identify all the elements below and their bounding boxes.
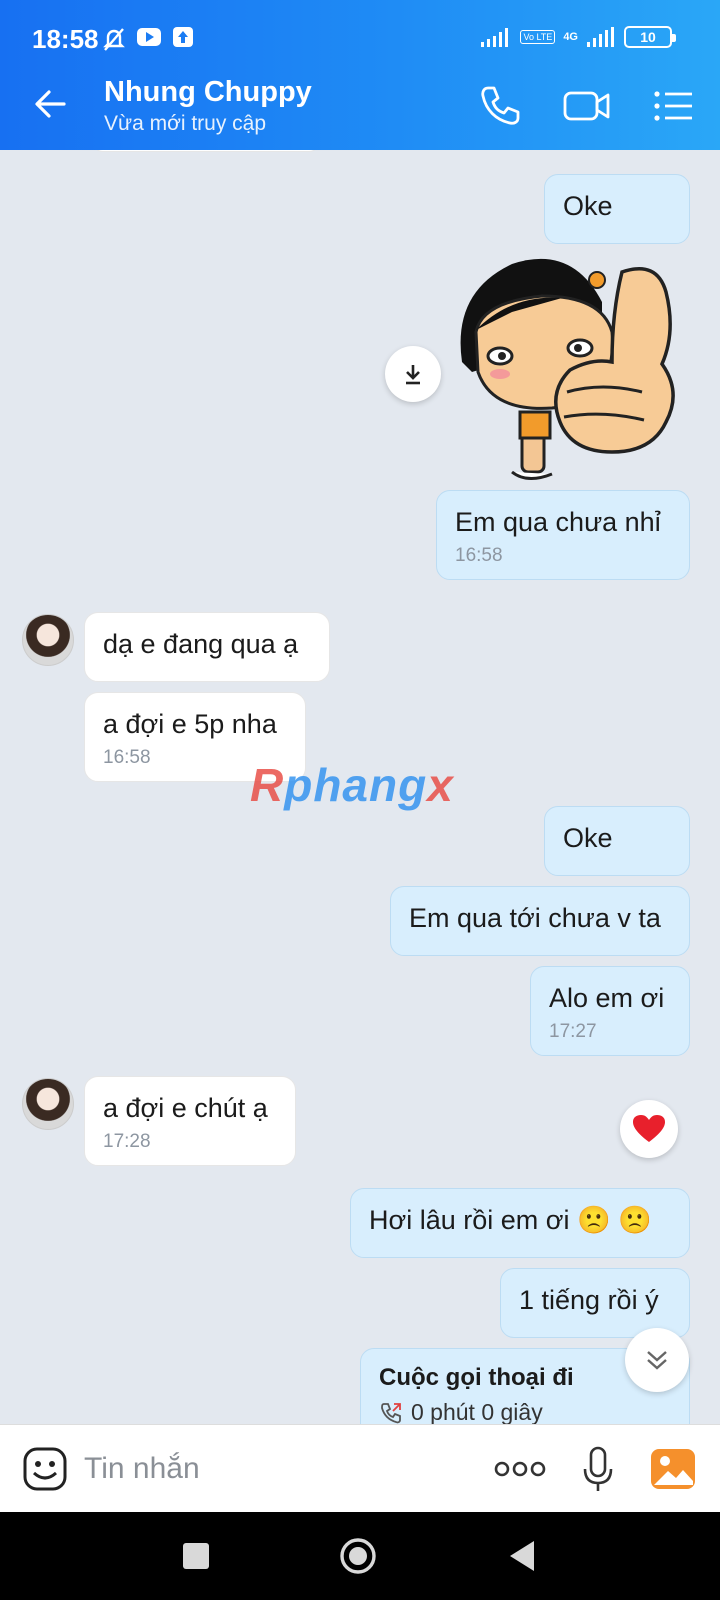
- microphone-icon[interactable]: [580, 1445, 616, 1493]
- status-time: 18:58: [32, 24, 99, 54]
- contact-avatar[interactable]: [22, 1078, 74, 1130]
- back-nav-icon[interactable]: [504, 1536, 544, 1576]
- message-bubble[interactable]: Oke: [544, 806, 690, 876]
- message-bubble[interactable]: Alo em ơi 17:27: [530, 966, 690, 1056]
- status-bar: 18:58 Vo LTE 4G 10: [0, 0, 720, 62]
- sticker-thumbs-up[interactable]: [452, 252, 692, 488]
- message-composer: [0, 1424, 720, 1512]
- scroll-down-button[interactable]: [625, 1328, 689, 1392]
- message-bubble[interactable]: dạ e đang qua ạ: [84, 612, 330, 682]
- video-call-icon[interactable]: [562, 82, 612, 130]
- youtube-icon: [137, 28, 161, 46]
- notifications-muted-icon: [103, 28, 125, 51]
- phone-icon[interactable]: [476, 82, 524, 130]
- message-bubble[interactable]: Hơi lâu rồi em ơi 🙁 🙁: [350, 1188, 690, 1258]
- signal-icon: [481, 28, 509, 47]
- message-list[interactable]: Oke Em qua chưa nhỉ 16:58 dạ e đang qua …: [0, 150, 720, 1424]
- download-icon: [406, 365, 420, 385]
- back-arrow-icon[interactable]: [30, 84, 70, 124]
- contact-name[interactable]: Nhung Chuppy: [104, 76, 312, 109]
- message-input[interactable]: [84, 1445, 464, 1493]
- menu-list-icon[interactable]: [652, 82, 696, 130]
- contact-avatar[interactable]: [22, 614, 74, 666]
- signal-icon-2: [587, 27, 614, 47]
- message-bubble[interactable]: Oke: [544, 174, 690, 244]
- partial-message: [92, 150, 320, 152]
- gallery-icon[interactable]: [650, 1445, 696, 1493]
- system-nav-bar: [0, 1512, 720, 1600]
- message-bubble[interactable]: Em qua tới chưa v ta: [390, 886, 690, 956]
- scroll-down-icon: [647, 1351, 667, 1370]
- home-icon[interactable]: [338, 1536, 378, 1576]
- chat-header: Nhung Chuppy Vừa mới truy cập: [0, 62, 720, 150]
- watermark-text: Rphangx: [250, 759, 454, 811]
- battery-indicator: 10: [624, 26, 676, 48]
- recents-icon[interactable]: [176, 1536, 216, 1576]
- contact-presence: Vừa mới truy cập: [104, 112, 267, 135]
- message-bubble[interactable]: Em qua chưa nhỉ 16:58: [436, 490, 690, 580]
- download-button[interactable]: [385, 346, 441, 402]
- reaction-button[interactable]: [620, 1100, 678, 1158]
- more-dots-icon[interactable]: [494, 1445, 546, 1493]
- heart-reaction-icon: [633, 1115, 665, 1142]
- volte-badge: Vo LTE: [520, 30, 556, 44]
- upload-icon: [173, 27, 193, 47]
- outgoing-call-icon: [381, 1402, 401, 1423]
- network-type: 4G: [563, 31, 578, 43]
- sticker-emoji-icon[interactable]: [22, 1445, 68, 1493]
- message-bubble[interactable]: a đợi e chút ạ 17:28: [84, 1076, 296, 1166]
- app-top-bar: 18:58 Vo LTE 4G 10 Nhung Chuppy Vừa mới …: [0, 0, 720, 150]
